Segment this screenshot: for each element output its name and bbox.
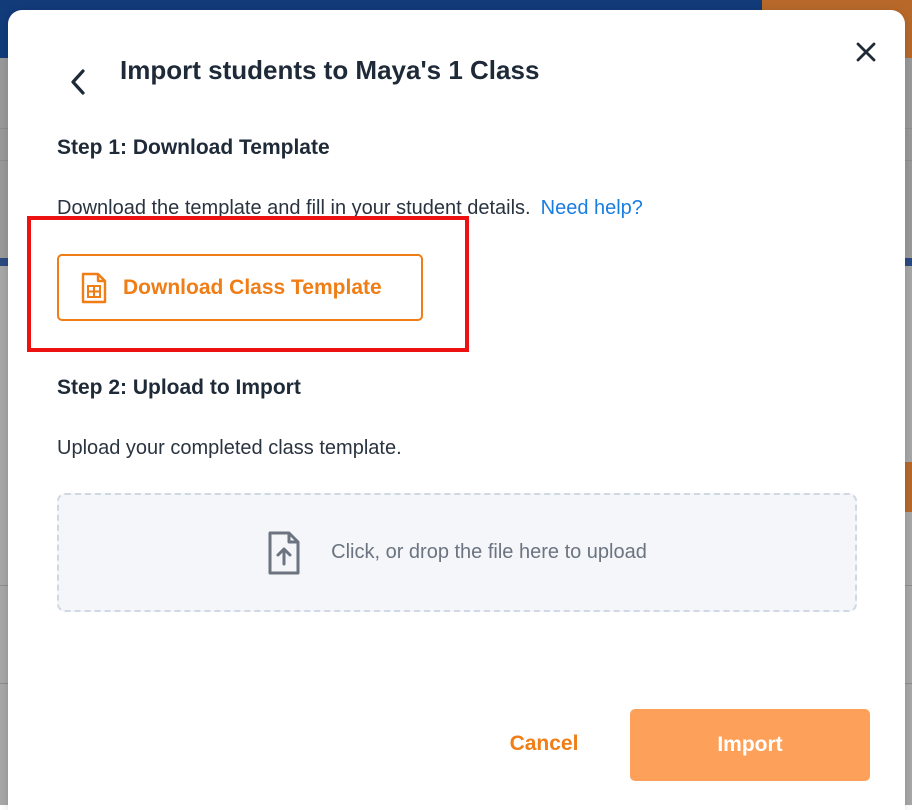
- need-help-link[interactable]: Need help?: [541, 197, 643, 219]
- cancel-button[interactable]: Cancel: [488, 723, 600, 765]
- file-upload-dropzone[interactable]: Click, or drop the file here to upload: [57, 493, 857, 612]
- close-icon: [856, 42, 876, 62]
- step1-description-text: Download the template and fill in your s…: [57, 197, 531, 219]
- close-button[interactable]: [852, 38, 880, 66]
- step1-description: Download the template and fill in your s…: [57, 197, 643, 220]
- chevron-left-icon: [71, 69, 85, 95]
- step2-description: Upload your completed class template.: [57, 437, 402, 459]
- download-button-label: Download Class Template: [123, 275, 382, 299]
- back-button[interactable]: [66, 66, 90, 98]
- step2-title: Step 2: Upload to Import: [57, 376, 301, 399]
- spreadsheet-file-icon: [81, 272, 107, 303]
- import-students-dialog: Import students to Maya's 1 Class Step 1…: [8, 10, 905, 810]
- step1-title: Step 1: Download Template: [57, 136, 330, 159]
- import-button[interactable]: Import: [630, 709, 870, 781]
- download-class-template-button[interactable]: Download Class Template: [57, 254, 423, 321]
- file-upload-icon: [268, 531, 300, 574]
- dialog-title: Import students to Maya's 1 Class: [120, 55, 540, 85]
- dropzone-text: Click, or drop the file here to upload: [331, 541, 647, 563]
